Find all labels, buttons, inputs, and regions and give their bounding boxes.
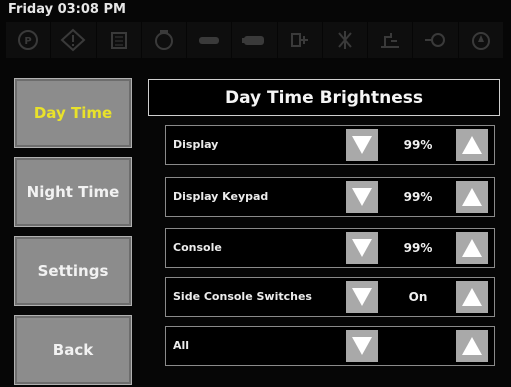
arrow-up-icon (462, 136, 482, 154)
row-value: 99% (403, 241, 433, 255)
coolant-icon (322, 22, 368, 58)
row-label: Display (173, 138, 219, 151)
decrease-button[interactable] (346, 129, 378, 161)
transmission-icon (277, 22, 322, 58)
arrow-up-icon (462, 288, 482, 306)
decrease-button[interactable] (346, 232, 378, 264)
water-icon (458, 22, 503, 58)
engine-icon (141, 22, 187, 58)
decrease-button[interactable] (346, 330, 378, 362)
arrow-down-icon (352, 337, 372, 355)
arrow-up-icon (462, 188, 482, 206)
battery-icon (232, 22, 277, 58)
increase-button[interactable] (456, 281, 488, 313)
decrease-button[interactable] (346, 181, 378, 213)
fuel-icon (413, 22, 458, 58)
oil-pressure-icon (368, 22, 413, 58)
setting-row-all: All (165, 326, 495, 366)
parking-brake-icon: P (6, 22, 51, 58)
increase-button[interactable] (456, 181, 488, 213)
settings-button[interactable]: Settings (14, 236, 132, 306)
setting-row-side-console-switches: Side Console Switches On (165, 277, 495, 317)
setting-row-display: Display 99% (165, 125, 495, 165)
row-label: Display Keypad (173, 190, 269, 203)
warning-icon-bar: P (6, 22, 503, 58)
row-value: 99% (403, 138, 433, 152)
decrease-button[interactable] (346, 281, 378, 313)
increase-button[interactable] (456, 129, 488, 161)
row-value: 99% (403, 190, 433, 204)
arrow-down-icon (352, 288, 372, 306)
filter-icon (96, 22, 141, 58)
arrow-down-icon (352, 136, 372, 154)
row-label: All (173, 339, 190, 352)
arrow-down-icon (352, 239, 372, 257)
arrow-up-icon (462, 337, 482, 355)
night-time-button[interactable]: Night Time (14, 157, 132, 227)
row-label: Side Console Switches (173, 290, 312, 303)
row-value: On (408, 290, 428, 304)
hydraulic-icon (187, 22, 232, 58)
back-button[interactable]: Back (14, 315, 132, 385)
setting-row-display-keypad: Display Keypad 99% (165, 177, 495, 217)
row-value (386, 327, 450, 365)
general-warning-icon (51, 22, 96, 58)
arrow-down-icon (352, 188, 372, 206)
increase-button[interactable] (456, 330, 488, 362)
page-title: Day Time Brightness (148, 79, 500, 116)
status-time: Friday 03:08 PM (8, 2, 126, 17)
arrow-up-icon (462, 239, 482, 257)
increase-button[interactable] (456, 232, 488, 264)
setting-row-console: Console 99% (165, 228, 495, 268)
row-label: Console (173, 241, 222, 254)
day-time-button[interactable]: Day Time (14, 78, 132, 148)
svg-text:P: P (24, 36, 31, 47)
